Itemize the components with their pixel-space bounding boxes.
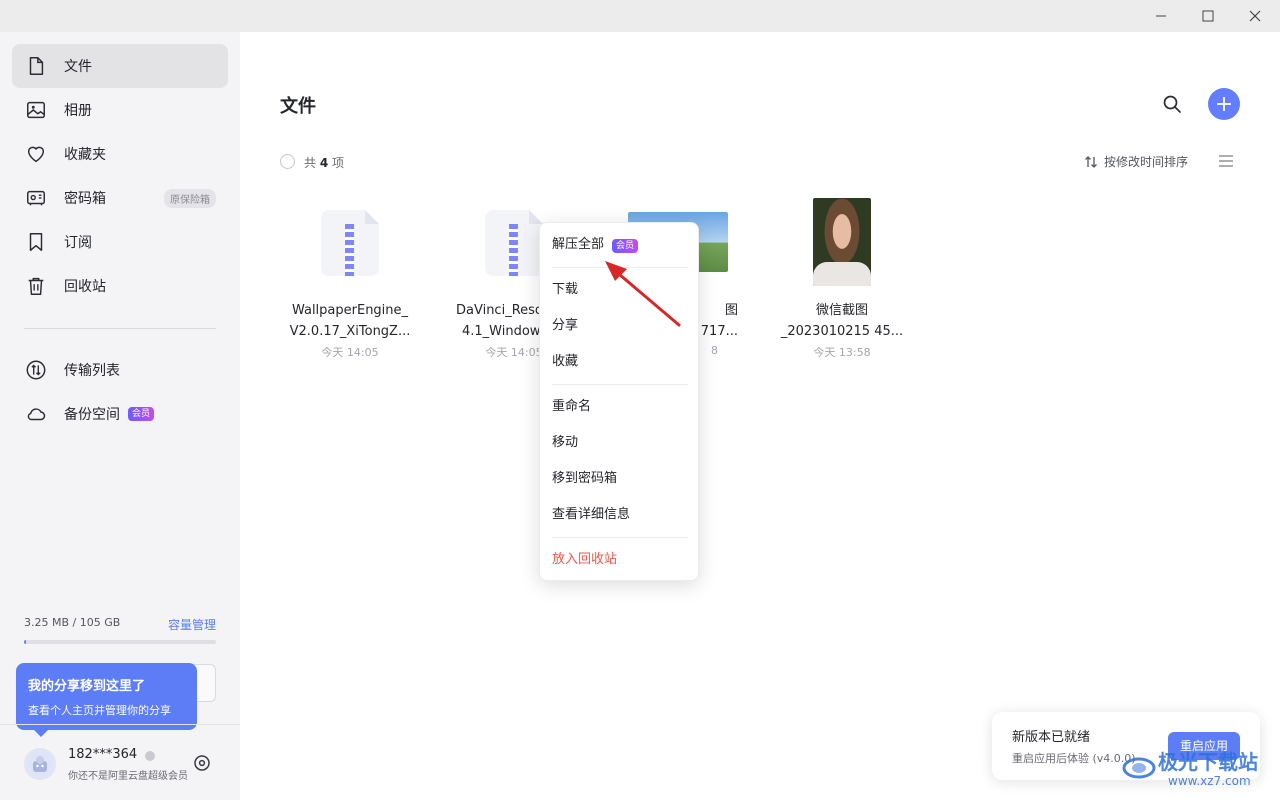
bookmark-icon bbox=[24, 230, 48, 254]
sidebar-divider bbox=[24, 328, 216, 329]
cloud-icon bbox=[24, 402, 48, 426]
file-date: 今天 13:58 bbox=[813, 346, 871, 359]
watermark-title: 极光下载站 bbox=[1158, 750, 1258, 774]
maximize-icon bbox=[1202, 10, 1214, 22]
sort-button[interactable]: 按修改时间排序 bbox=[1084, 153, 1188, 170]
search-icon[interactable] bbox=[1160, 92, 1184, 116]
file-icon bbox=[24, 54, 48, 78]
zip-icon bbox=[485, 210, 543, 276]
sidebar: 文件 相册 收藏夹 密码箱 原保险箱 订阅 回收站 传输列表 备份空间 会员 3… bbox=[0, 32, 240, 800]
sidebar-item-safe[interactable]: 密码箱 原保险箱 bbox=[12, 176, 228, 220]
menu-item-move[interactable]: 移动 bbox=[552, 433, 578, 453]
menu-divider bbox=[552, 267, 688, 268]
menu-item-share[interactable]: 分享 bbox=[552, 316, 578, 336]
watermark-url: www.xz7.com bbox=[1168, 774, 1251, 788]
share-moved-tooltip[interactable]: 我的分享移到这里了 查看个人主页并管理你的分享 bbox=[16, 663, 197, 737]
page-title: 文件 bbox=[280, 96, 316, 117]
safe-icon bbox=[24, 186, 48, 210]
sidebar-item-photos[interactable]: 相册 bbox=[12, 88, 228, 132]
count-value: 4 bbox=[319, 156, 329, 170]
file-name: WallpaperEngine_ V2.0.17_XiTongZ... bbox=[289, 303, 411, 339]
sidebar-item-subscriptions[interactable]: 订阅 bbox=[12, 220, 228, 264]
menu-item-favorite[interactable]: 收藏 bbox=[552, 352, 578, 372]
item-count: 共 4 项 bbox=[304, 154, 344, 171]
count-suffix: 项 bbox=[332, 156, 345, 170]
list-view-icon[interactable] bbox=[1218, 154, 1234, 168]
sidebar-item-backup[interactable]: 备份空间 会员 bbox=[12, 392, 228, 436]
update-title: 新版本已就绪 bbox=[1012, 730, 1091, 745]
zip-icon bbox=[321, 210, 379, 276]
context-menu: 解压全部 会员 下载 分享 收藏 重命名 移动 移到密码箱 查看详细信息 放入回收… bbox=[539, 222, 699, 581]
sidebar-item-files[interactable]: 文件 bbox=[12, 44, 228, 88]
plus-icon bbox=[1217, 97, 1231, 111]
sidebar-item-label: 回收站 bbox=[64, 279, 106, 295]
sidebar-item-label: 传输列表 bbox=[64, 363, 120, 379]
menu-item-move-to-trash[interactable]: 放入回收站 bbox=[552, 550, 617, 570]
storage-usage-text: 3.25 MB / 105 GB bbox=[24, 616, 121, 629]
watermark: 极光下载站 www.xz7.com bbox=[1120, 742, 1270, 792]
maximize-button[interactable] bbox=[1185, 0, 1231, 32]
tooltip-arrow bbox=[34, 730, 48, 737]
menu-divider bbox=[552, 384, 688, 385]
sidebar-item-label: 订阅 bbox=[64, 235, 92, 251]
trash-icon bbox=[24, 274, 48, 298]
portrait-photo bbox=[813, 198, 871, 286]
menu-item-extract-all[interactable]: 解压全部 会员 bbox=[552, 235, 639, 255]
photo-icon bbox=[24, 98, 48, 122]
minimize-icon bbox=[1156, 15, 1166, 17]
storage-progress-bar bbox=[24, 640, 216, 644]
menu-item-rename[interactable]: 重命名 bbox=[552, 397, 591, 417]
tooltip-title: 我的分享移到这里了 bbox=[28, 679, 146, 694]
sidebar-item-recycle-bin[interactable]: 回收站 bbox=[12, 264, 228, 308]
sort-label: 按修改时间排序 bbox=[1104, 155, 1189, 169]
file-item[interactable]: 微信截图 _2023010215 45... 今天 13:58 bbox=[772, 196, 912, 366]
sidebar-item-label: 文件 bbox=[64, 59, 92, 75]
close-icon bbox=[1249, 10, 1261, 22]
menu-item-download[interactable]: 下载 bbox=[552, 280, 578, 300]
vip-badge: 会员 bbox=[128, 407, 155, 421]
heart-icon bbox=[24, 142, 48, 166]
menu-item-details[interactable]: 查看详细信息 bbox=[552, 505, 630, 525]
zip-file-thumbnail bbox=[485, 210, 543, 276]
update-subtitle: 重启应用后体验 (v4.0.0) bbox=[1012, 752, 1136, 765]
add-button[interactable] bbox=[1208, 88, 1240, 120]
sort-icon bbox=[1085, 155, 1097, 168]
menu-divider bbox=[552, 537, 688, 538]
sidebar-item-favorites[interactable]: 收藏夹 bbox=[12, 132, 228, 176]
sidebar-item-label: 备份空间 bbox=[64, 407, 120, 423]
watermark-logo-icon bbox=[1122, 757, 1156, 779]
count-prefix: 共 bbox=[304, 156, 317, 170]
file-date: 今天 14:05 bbox=[321, 346, 379, 359]
member-level-icon bbox=[145, 751, 155, 761]
title-bar bbox=[0, 0, 1280, 32]
menu-item-move-to-safe[interactable]: 移到密码箱 bbox=[552, 469, 617, 489]
vip-badge: 会员 bbox=[612, 239, 639, 253]
file-name: 微信截图 _2023010215 45... bbox=[780, 303, 904, 339]
avatar[interactable] bbox=[24, 748, 56, 780]
minimize-button[interactable] bbox=[1138, 0, 1184, 32]
sidebar-item-transfers[interactable]: 传输列表 bbox=[12, 348, 228, 392]
storage-manage-link[interactable]: 容量管理 bbox=[168, 616, 216, 633]
transfer-icon bbox=[24, 358, 48, 382]
tooltip-body: 查看个人主页并管理你的分享 bbox=[28, 704, 171, 717]
close-button[interactable] bbox=[1232, 0, 1278, 32]
file-item[interactable]: WallpaperEngine_ V2.0.17_XiTongZ... 今天 1… bbox=[280, 196, 420, 366]
sidebar-item-label: 相册 bbox=[64, 103, 92, 119]
select-all-checkbox[interactable] bbox=[280, 154, 295, 169]
main-content: 文件 共 4 项 按修改时间排序 WallpaperEngine_ V2.0.1… bbox=[240, 32, 1280, 800]
image-thumbnail bbox=[813, 198, 871, 286]
settings-icon[interactable] bbox=[192, 753, 212, 773]
membership-status: 你还不是阿里云盘超级会员 bbox=[68, 771, 188, 782]
user-divider bbox=[0, 724, 240, 725]
sidebar-item-label: 收藏夹 bbox=[64, 147, 106, 163]
sidebar-item-label: 密码箱 bbox=[64, 191, 106, 207]
username[interactable]: 182***364 bbox=[68, 747, 137, 762]
storage-progress-fill bbox=[24, 640, 26, 644]
zip-file-thumbnail bbox=[321, 210, 379, 276]
safe-tag-badge: 原保险箱 bbox=[164, 188, 216, 208]
avatar-icon bbox=[33, 756, 47, 772]
